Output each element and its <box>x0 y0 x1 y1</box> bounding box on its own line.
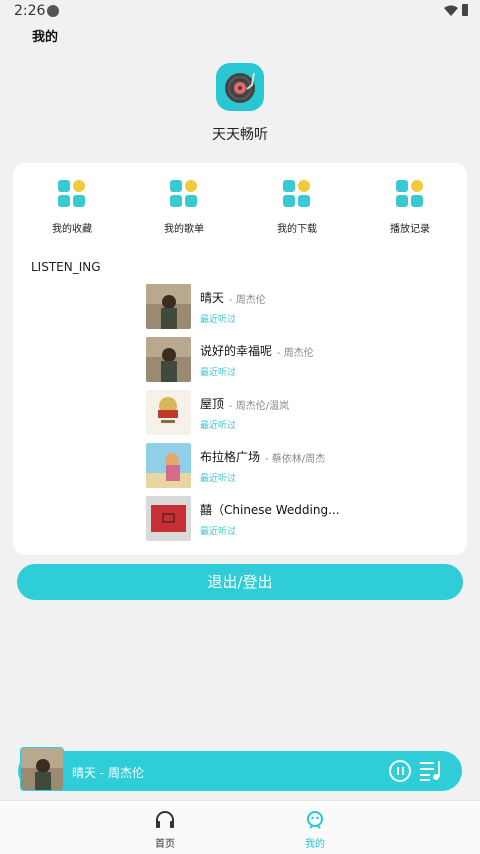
album-cover <box>146 443 191 488</box>
profile-card: 我的收藏 我的歌单 我的下载 播放记录 LISTEN_ING 晴天 - 周杰伦 … <box>13 163 467 555</box>
album-cover <box>146 284 191 329</box>
feature-label: 我的收藏 <box>52 224 92 235</box>
song-item[interactable]: 布拉格广场 - 蔡依林/周杰 最近听过 <box>146 443 456 489</box>
feature-history[interactable]: 播放记录 <box>370 180 450 235</box>
mini-player[interactable]: 晴天 - 周杰伦 <box>18 751 462 791</box>
section-title: LISTEN_ING <box>31 260 101 274</box>
song-title: 说好的幸福呢 <box>200 344 273 358</box>
song-item[interactable]: 囍（Chinese Wedding... 最近听过 <box>146 496 456 542</box>
record-player-icon <box>225 72 255 103</box>
feature-downloads[interactable]: 我的下载 <box>257 180 337 235</box>
profile-icon <box>307 811 323 829</box>
bottom-nav: 首页 我的 <box>0 800 480 854</box>
nav-home[interactable]: 首页 <box>135 811 195 850</box>
status-time: 2:26 <box>14 3 46 19</box>
album-cover <box>146 337 191 382</box>
recently-played-label: 最近听过 <box>200 315 237 325</box>
page-title: 我的 <box>32 30 59 45</box>
song-item[interactable]: 晴天 - 周杰伦 最近听过 <box>146 284 456 330</box>
song-title: 布拉格广场 <box>200 450 261 464</box>
player-cover[interactable] <box>20 747 64 791</box>
playlist-icon[interactable] <box>420 760 444 782</box>
logout-button[interactable]: 退出/登出 <box>17 564 463 600</box>
feature-label: 我的歌单 <box>164 224 204 235</box>
battery-icon <box>462 4 468 16</box>
wifi-icon <box>444 5 458 16</box>
song-artist: - 蔡依林/周杰 <box>265 454 326 465</box>
favorites-icon <box>58 180 86 208</box>
song-title: 屋顶 <box>200 397 225 411</box>
recently-played-label: 最近听过 <box>200 474 237 484</box>
recently-played-label: 最近听过 <box>200 421 237 431</box>
album-cover <box>146 496 191 541</box>
playlists-icon <box>170 180 198 208</box>
nav-mine-label: 我的 <box>305 839 325 850</box>
album-cover <box>146 390 191 435</box>
player-title: 晴天 - 周杰伦 <box>72 766 144 780</box>
song-artist: - 周杰伦/温岚 <box>229 401 290 412</box>
history-icon <box>396 180 424 208</box>
song-title: 晴天 <box>200 291 225 305</box>
nav-home-label: 首页 <box>155 839 175 850</box>
song-artist: - 周杰伦 <box>229 295 266 306</box>
pause-icon[interactable] <box>389 760 411 782</box>
status-bar: 2:26 <box>0 0 480 24</box>
feature-favorites[interactable]: 我的收藏 <box>32 180 112 235</box>
recently-played-label: 最近听过 <box>200 368 237 378</box>
app-logo <box>216 63 264 111</box>
song-item[interactable]: 说好的幸福呢 - 周杰伦 最近听过 <box>146 337 456 383</box>
headphones-icon <box>156 811 174 828</box>
song-title: 囍（Chinese Wedding... <box>200 503 340 517</box>
feature-playlists[interactable]: 我的歌单 <box>144 180 224 235</box>
nav-mine[interactable]: 我的 <box>285 811 345 850</box>
feature-label: 我的下载 <box>277 224 317 235</box>
notification-icon <box>47 5 59 17</box>
app-name: 天天畅听 <box>212 127 268 143</box>
feature-label: 播放记录 <box>390 224 430 235</box>
downloads-icon <box>283 180 311 208</box>
song-item[interactable]: 屋顶 - 周杰伦/温岚 最近听过 <box>146 390 456 436</box>
recently-played-label: 最近听过 <box>200 527 237 537</box>
song-artist: - 周杰伦 <box>277 348 314 359</box>
